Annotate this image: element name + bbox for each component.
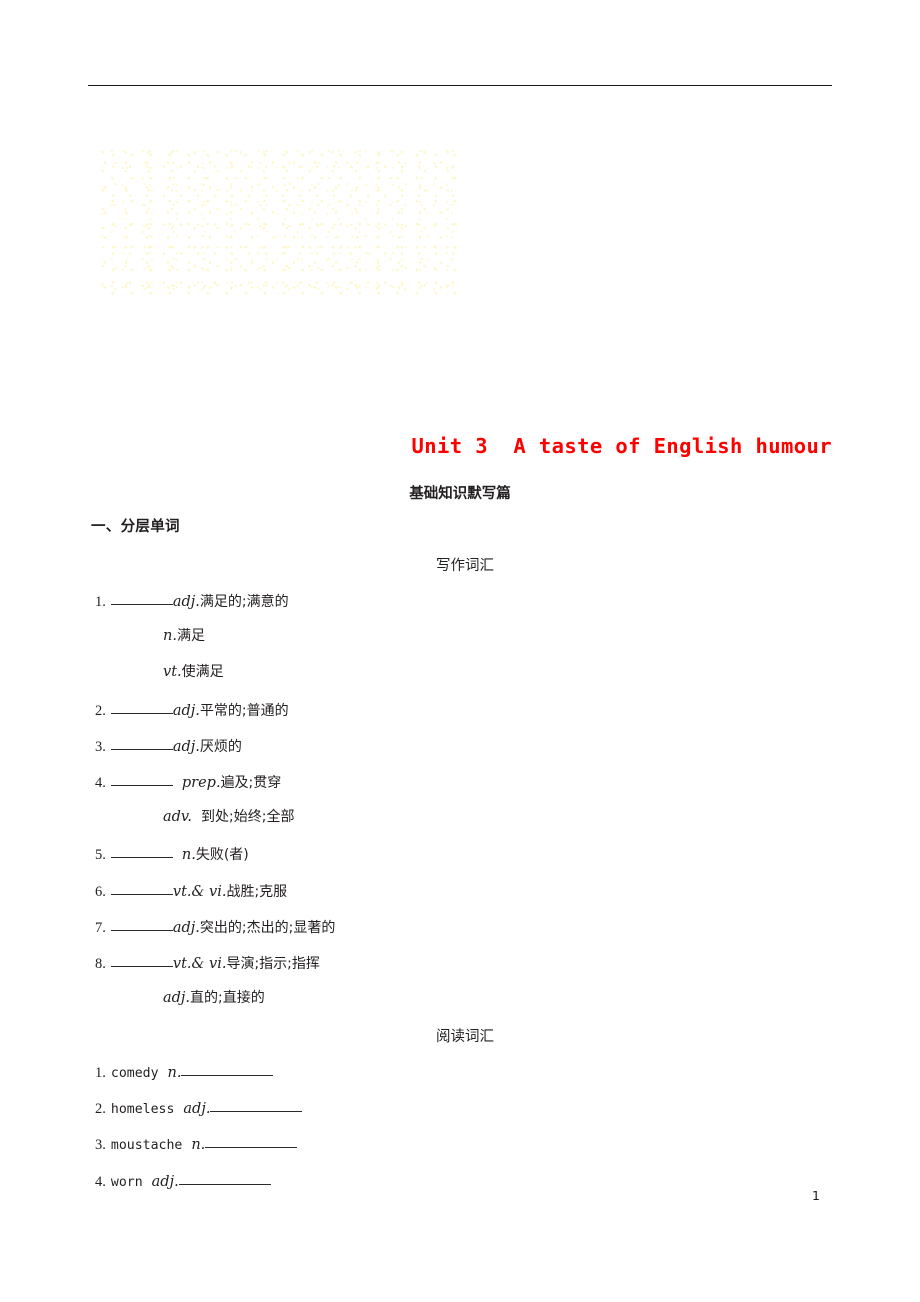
chinese-meaning: 失败(者): [195, 847, 249, 864]
fill-in-blank[interactable]: [178, 1173, 271, 1185]
entry-number: 1.: [95, 594, 106, 610]
reading-entry-line: 1. comedy n.: [95, 1064, 274, 1081]
chinese-meaning: 遍及;贯穿: [220, 775, 282, 791]
writing-entry-line: 4. prep.遍及;贯穿: [95, 774, 281, 791]
part-of-speech: n.: [181, 847, 196, 864]
section-heading-layered-words: 一、分层单词: [91, 519, 180, 535]
chinese-meaning: 满足的;满意的: [199, 594, 289, 610]
entry-number: 2.: [95, 702, 106, 719]
writing-entry-line: 5. n.失败(者): [95, 846, 249, 863]
writing-entry-line: vt.使满足: [163, 665, 224, 680]
part-of-speech: adj.: [172, 738, 200, 755]
entry-number: 1.: [95, 1065, 106, 1081]
fill-in-blank[interactable]: [110, 774, 173, 786]
chinese-meaning: 战胜;克服: [226, 883, 288, 900]
entry-number: 4.: [95, 1173, 106, 1190]
entry-number: 4.: [95, 775, 106, 791]
reading-entry-line: 2. homeless adj.: [95, 1100, 303, 1118]
reading-entry-line: 4. worn adj.: [95, 1173, 271, 1190]
writing-entry-line: 8. vt.& vi.导演;指示;指挥: [95, 955, 320, 972]
english-word: homeless: [110, 1102, 175, 1118]
entry-number: 3.: [95, 1137, 106, 1154]
part-of-speech: n.: [191, 1137, 206, 1154]
chinese-meaning: 直的;直接的: [190, 990, 265, 1007]
writing-entry-line: adj.直的;直接的: [163, 991, 265, 1006]
english-word: worn: [110, 1174, 143, 1190]
part-of-speech: adj.: [172, 702, 200, 719]
fill-in-blank[interactable]: [110, 738, 173, 750]
part-of-speech: adj.: [172, 594, 200, 610]
fill-in-blank[interactable]: [110, 702, 173, 714]
reading-vocabulary-caption: 阅读词汇: [436, 1029, 494, 1045]
chinese-meaning: 使满足: [181, 664, 224, 681]
entry-number: 6.: [95, 883, 106, 900]
writing-entry-line: 6. vt.& vi.战胜;克服: [95, 883, 287, 900]
fill-in-blank[interactable]: [210, 1100, 303, 1113]
part-of-speech: vt.: [163, 664, 182, 681]
main-caption: 基础知识默写篇: [409, 486, 511, 502]
header-divider: [88, 85, 832, 86]
part-of-speech: adj.: [163, 990, 191, 1007]
unit-title: Unit 3 A taste of English humour: [411, 434, 832, 458]
fill-in-blank[interactable]: [110, 846, 173, 859]
writing-entry-line: 3. adj.厌烦的: [95, 738, 242, 755]
fill-in-blank[interactable]: [110, 919, 173, 931]
writing-entry-line: adv. 到处;始终;全部: [163, 810, 294, 825]
part-of-speech: n.: [163, 628, 177, 645]
writing-vocabulary-caption: 写作词汇: [436, 558, 494, 574]
part-of-speech: adj.: [172, 919, 200, 936]
part-of-speech: adj.: [183, 1101, 211, 1118]
chinese-meaning: 满足: [176, 628, 205, 645]
fill-in-blank[interactable]: [110, 593, 173, 605]
entry-number: 5.: [95, 847, 106, 864]
writing-entry-line: n.满足: [163, 629, 205, 644]
writing-entry-line: 7. adj.突出的;杰出的;显著的: [95, 919, 335, 936]
part-of-speech: adv.: [163, 809, 193, 826]
page-number: 1: [812, 1188, 820, 1203]
part-of-speech: vt.& vi.: [172, 956, 227, 972]
chinese-meaning: 厌烦的: [199, 738, 242, 755]
fill-in-blank[interactable]: [110, 955, 173, 967]
english-word: comedy: [110, 1066, 159, 1081]
entry-number: 3.: [95, 738, 106, 755]
fill-in-blank[interactable]: [110, 883, 173, 895]
chinese-meaning: 导演;指示;指挥: [226, 956, 320, 972]
writing-entry-line: 1. adj.满足的;满意的: [95, 593, 289, 610]
scan-watermark: [100, 148, 460, 298]
fill-in-blank[interactable]: [181, 1064, 274, 1076]
chinese-meaning: 平常的;普通的: [199, 702, 289, 719]
reading-entry-line: 3. moustache n.: [95, 1136, 298, 1154]
entry-number: 7.: [95, 919, 106, 936]
part-of-speech: n.: [167, 1065, 182, 1081]
fill-in-blank[interactable]: [205, 1136, 298, 1149]
part-of-speech: adj.: [151, 1173, 179, 1190]
entry-number: 8.: [95, 956, 106, 972]
document-page: Unit 3 A taste of English humour 基础知识默写篇…: [0, 0, 920, 1302]
entry-number: 2.: [95, 1101, 106, 1118]
writing-entry-line: 2. adj.平常的;普通的: [95, 702, 289, 719]
part-of-speech: prep.: [181, 775, 221, 791]
part-of-speech: vt.& vi.: [172, 883, 227, 900]
chinese-meaning: 到处;始终;全部: [201, 809, 295, 826]
english-word: moustache: [110, 1138, 183, 1154]
chinese-meaning: 突出的;杰出的;显著的: [199, 919, 336, 936]
